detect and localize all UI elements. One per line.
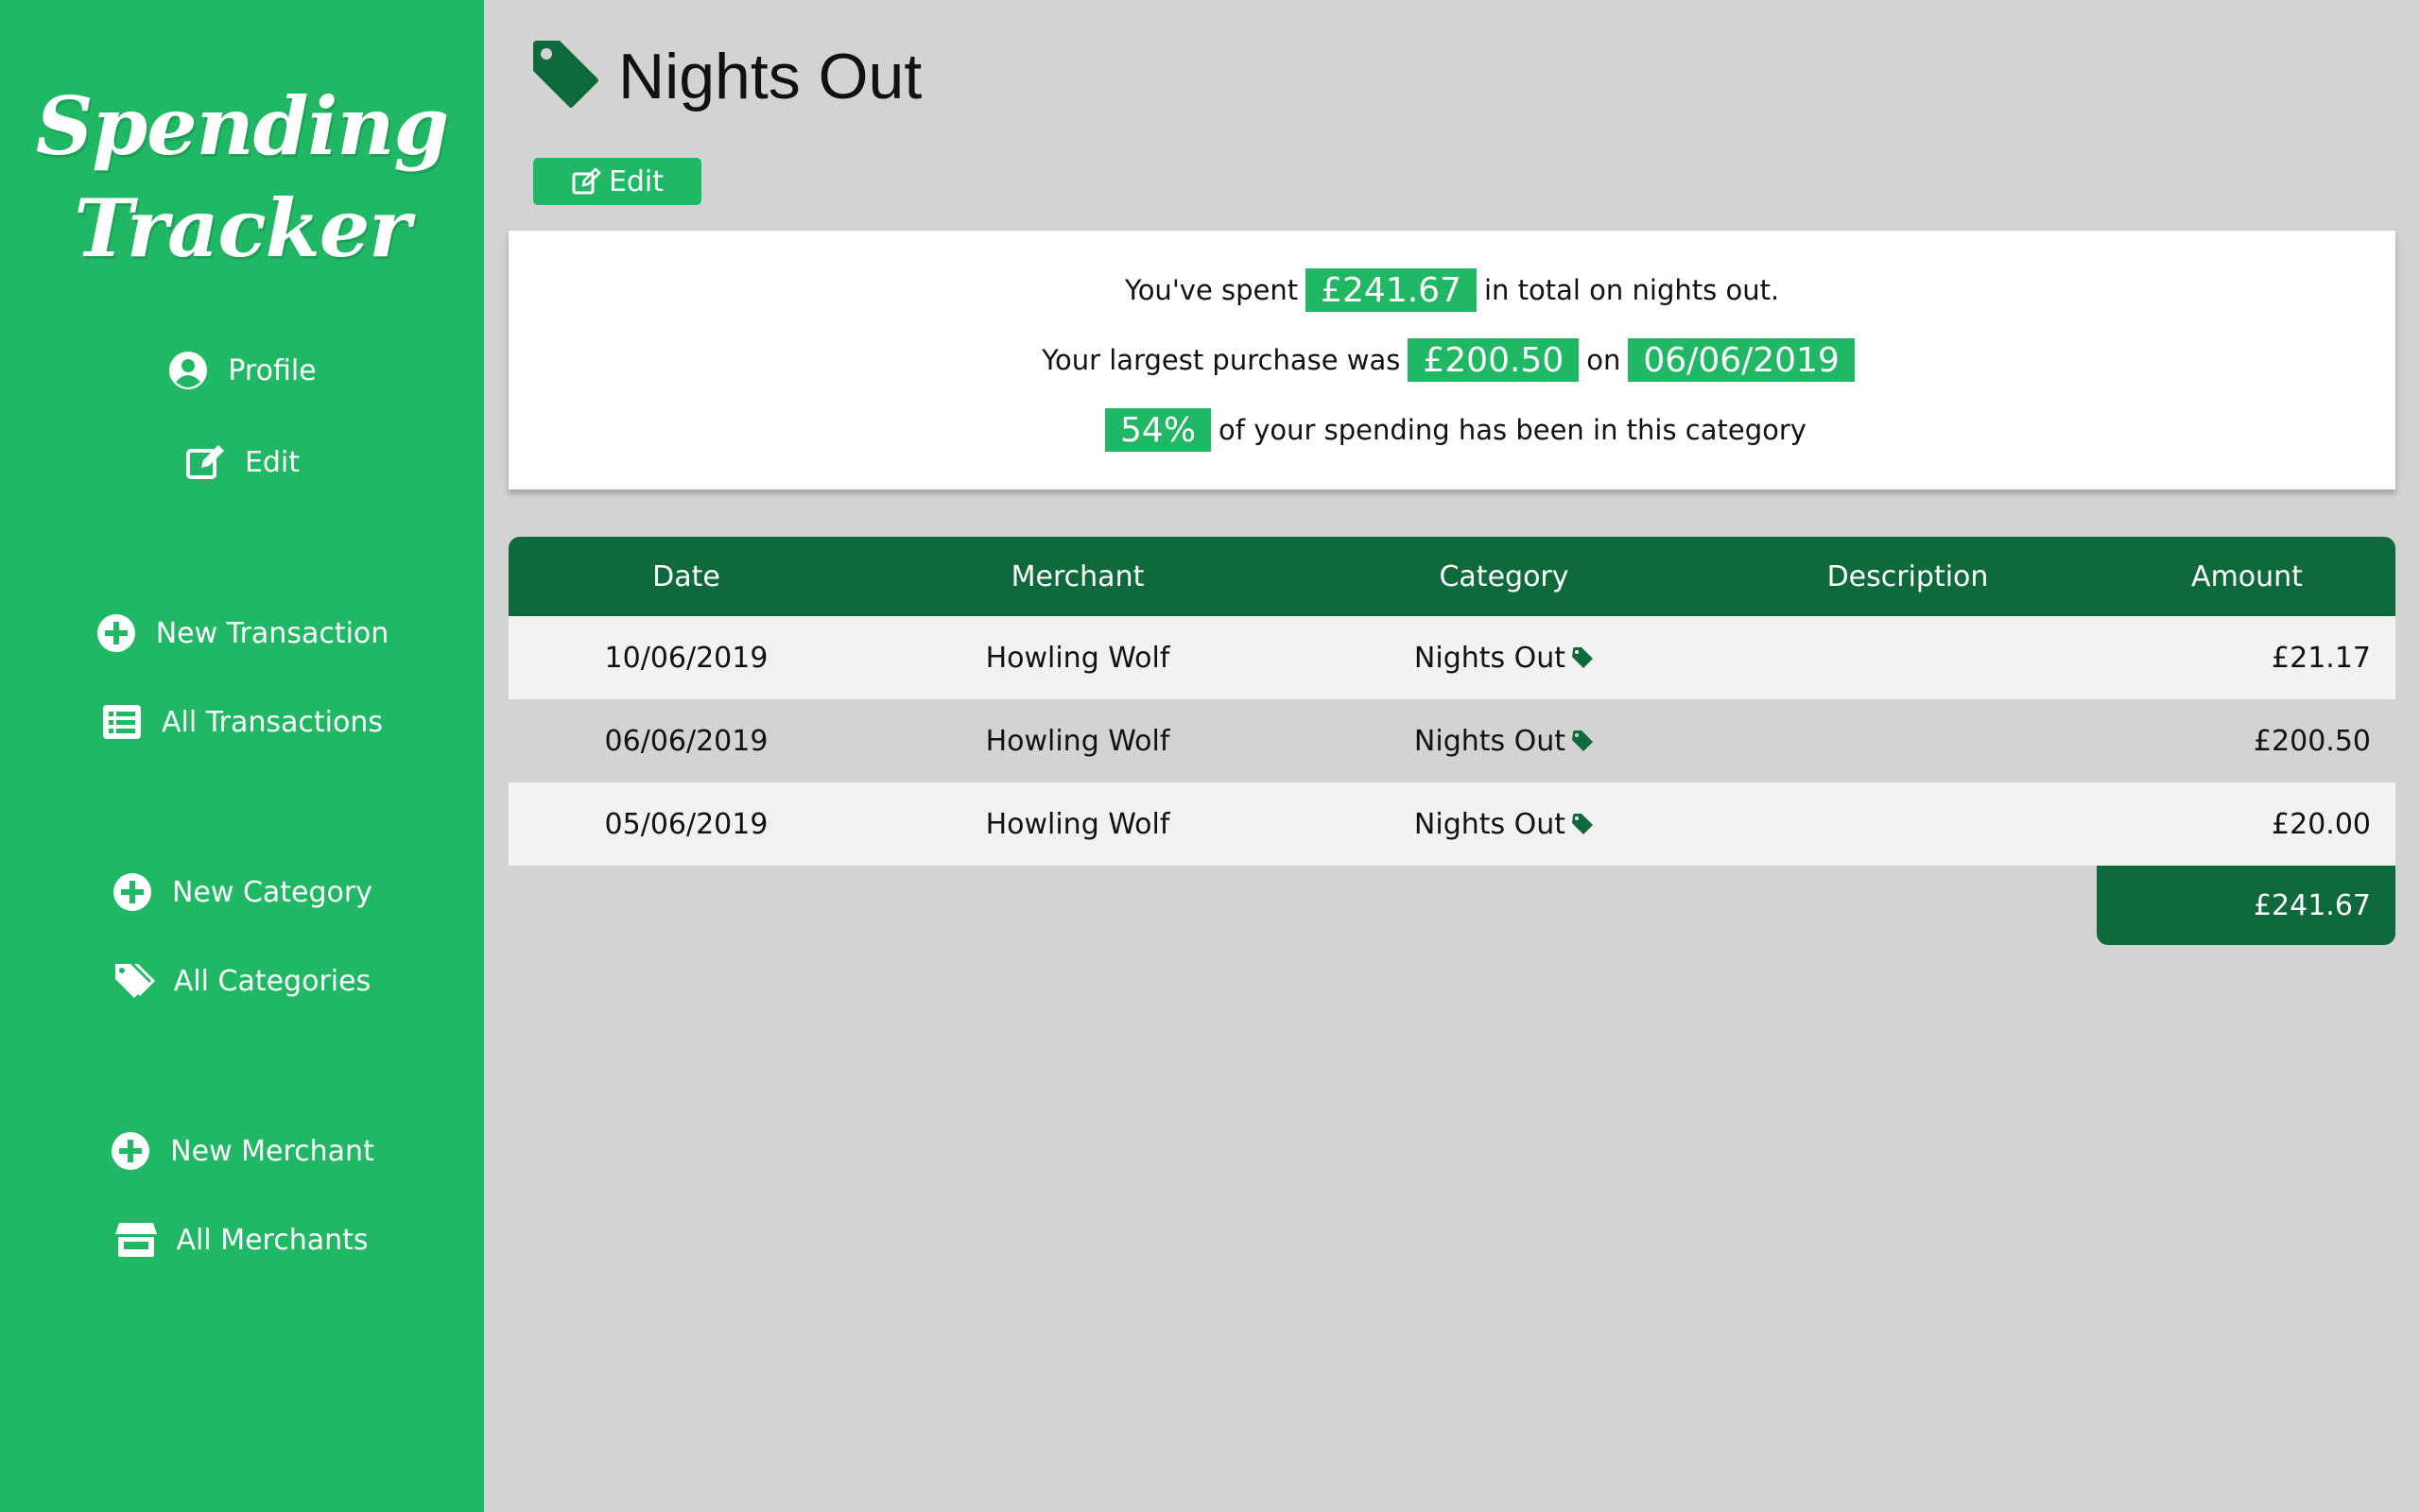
summary-percent-line: 54% of your spending has been in this ca… [509, 406, 2395, 454]
summary-text: in total on nights out. [1484, 274, 1780, 306]
summary-total-line: You've spent £241.67 in total on nights … [509, 266, 2395, 314]
column-header-amount[interactable]: Amount [2099, 560, 2395, 593]
sidebar-item-label: Edit [244, 445, 301, 479]
plus-circle-icon [110, 1130, 151, 1172]
transactions-table: Date Merchant Category Description Amoun… [509, 537, 2395, 945]
list-icon [101, 701, 143, 743]
summary-text: of your spending has been in this catego… [1219, 414, 1806, 446]
largest-purchase-badge: £200.50 [1408, 338, 1580, 382]
logo-line-2: Tracker [74, 181, 410, 275]
logo-line-1: Spending [35, 79, 449, 173]
cell-amount: £200.50 [2253, 724, 2371, 758]
cell-date: 06/06/2019 [604, 724, 769, 758]
summary-panel: You've spent £241.67 in total on nights … [509, 231, 2395, 490]
column-header-description[interactable]: Description [1717, 560, 2099, 593]
cell-merchant[interactable]: Howling Wolf [864, 808, 1291, 841]
tag-icon [1572, 647, 1594, 668]
sidebar-item-label: All Merchants [176, 1223, 369, 1257]
sidebar-item-label: All Transactions [162, 705, 383, 739]
column-header-category[interactable]: Category [1291, 560, 1717, 593]
user-circle-icon [167, 350, 209, 391]
tag-icon [529, 39, 601, 114]
sidebar-item-label: All Categories [173, 964, 372, 998]
table-row[interactable]: 10/06/2019 Howling Wolf Nights Out £21.1… [509, 616, 2395, 699]
category-label: Nights Out [1413, 641, 1566, 675]
sidebar-item-all-transactions[interactable]: All Transactions [0, 696, 484, 748]
sidebar-item-all-merchants[interactable]: All Merchants [0, 1213, 484, 1266]
sidebar-item-all-categories[interactable]: All Categories [0, 954, 484, 1007]
cell-merchant[interactable]: Howling Wolf [864, 642, 1291, 675]
table-header: Date Merchant Category Description Amoun… [509, 537, 2395, 616]
edit-button-label: Edit [608, 164, 665, 198]
app-logo[interactable]: Spending Tracker [0, 76, 484, 280]
sidebar-item-label: New Category [171, 875, 372, 909]
edit-category-button[interactable]: Edit [533, 158, 701, 205]
page-header: Nights Out [529, 34, 922, 119]
column-header-date[interactable]: Date [509, 560, 864, 593]
plus-circle-icon [95, 612, 137, 654]
percent-badge: 54% [1105, 408, 1212, 452]
sidebar-item-edit[interactable]: Edit [0, 436, 484, 489]
cell-amount: £21.17 [2272, 641, 2371, 675]
sidebar-item-label: New Transaction [155, 616, 389, 650]
sidebar-item-label: Profile [228, 353, 317, 387]
summary-text: Your largest purchase was [1042, 344, 1401, 376]
table-row[interactable]: 06/06/2019 Howling Wolf Nights Out £200.… [509, 699, 2395, 782]
page-title: Nights Out [618, 41, 923, 112]
category-label: Nights Out [1413, 807, 1566, 841]
largest-purchase-date-badge: 06/06/2019 [1628, 338, 1855, 382]
cell-amount: £20.00 [2272, 807, 2371, 841]
cell-category[interactable]: Nights Out [1291, 642, 1717, 675]
total-amount: £241.67 [2097, 866, 2395, 945]
column-header-merchant[interactable]: Merchant [864, 560, 1291, 593]
sidebar: Spending Tracker Profile Edit New Transa… [0, 0, 484, 1512]
sidebar-item-new-category[interactable]: New Category [0, 866, 484, 919]
summary-text: You've spent [1124, 274, 1299, 306]
category-label: Nights Out [1413, 724, 1566, 758]
cell-merchant[interactable]: Howling Wolf [864, 725, 1291, 758]
sidebar-item-new-merchant[interactable]: New Merchant [0, 1125, 484, 1177]
tag-icon [1572, 730, 1594, 751]
tags-icon [113, 960, 155, 1002]
total-spent-badge: £241.67 [1305, 268, 1477, 312]
edit-icon [572, 167, 601, 195]
sidebar-item-profile[interactable]: Profile [0, 344, 484, 397]
summary-largest-line: Your largest purchase was £200.50 on 06/… [509, 336, 2395, 384]
summary-text: on [1586, 344, 1621, 376]
sidebar-item-label: New Merchant [170, 1134, 374, 1168]
store-icon [115, 1219, 158, 1261]
cell-category[interactable]: Nights Out [1291, 808, 1717, 841]
cell-date: 10/06/2019 [604, 641, 769, 675]
edit-icon [184, 441, 226, 483]
cell-date: 05/06/2019 [604, 807, 769, 841]
tag-icon [1572, 814, 1594, 834]
sidebar-item-new-transaction[interactable]: New Transaction [0, 607, 484, 660]
plus-circle-icon [112, 871, 153, 913]
table-row[interactable]: 05/06/2019 Howling Wolf Nights Out £20.0… [509, 782, 2395, 866]
cell-category[interactable]: Nights Out [1291, 725, 1717, 758]
